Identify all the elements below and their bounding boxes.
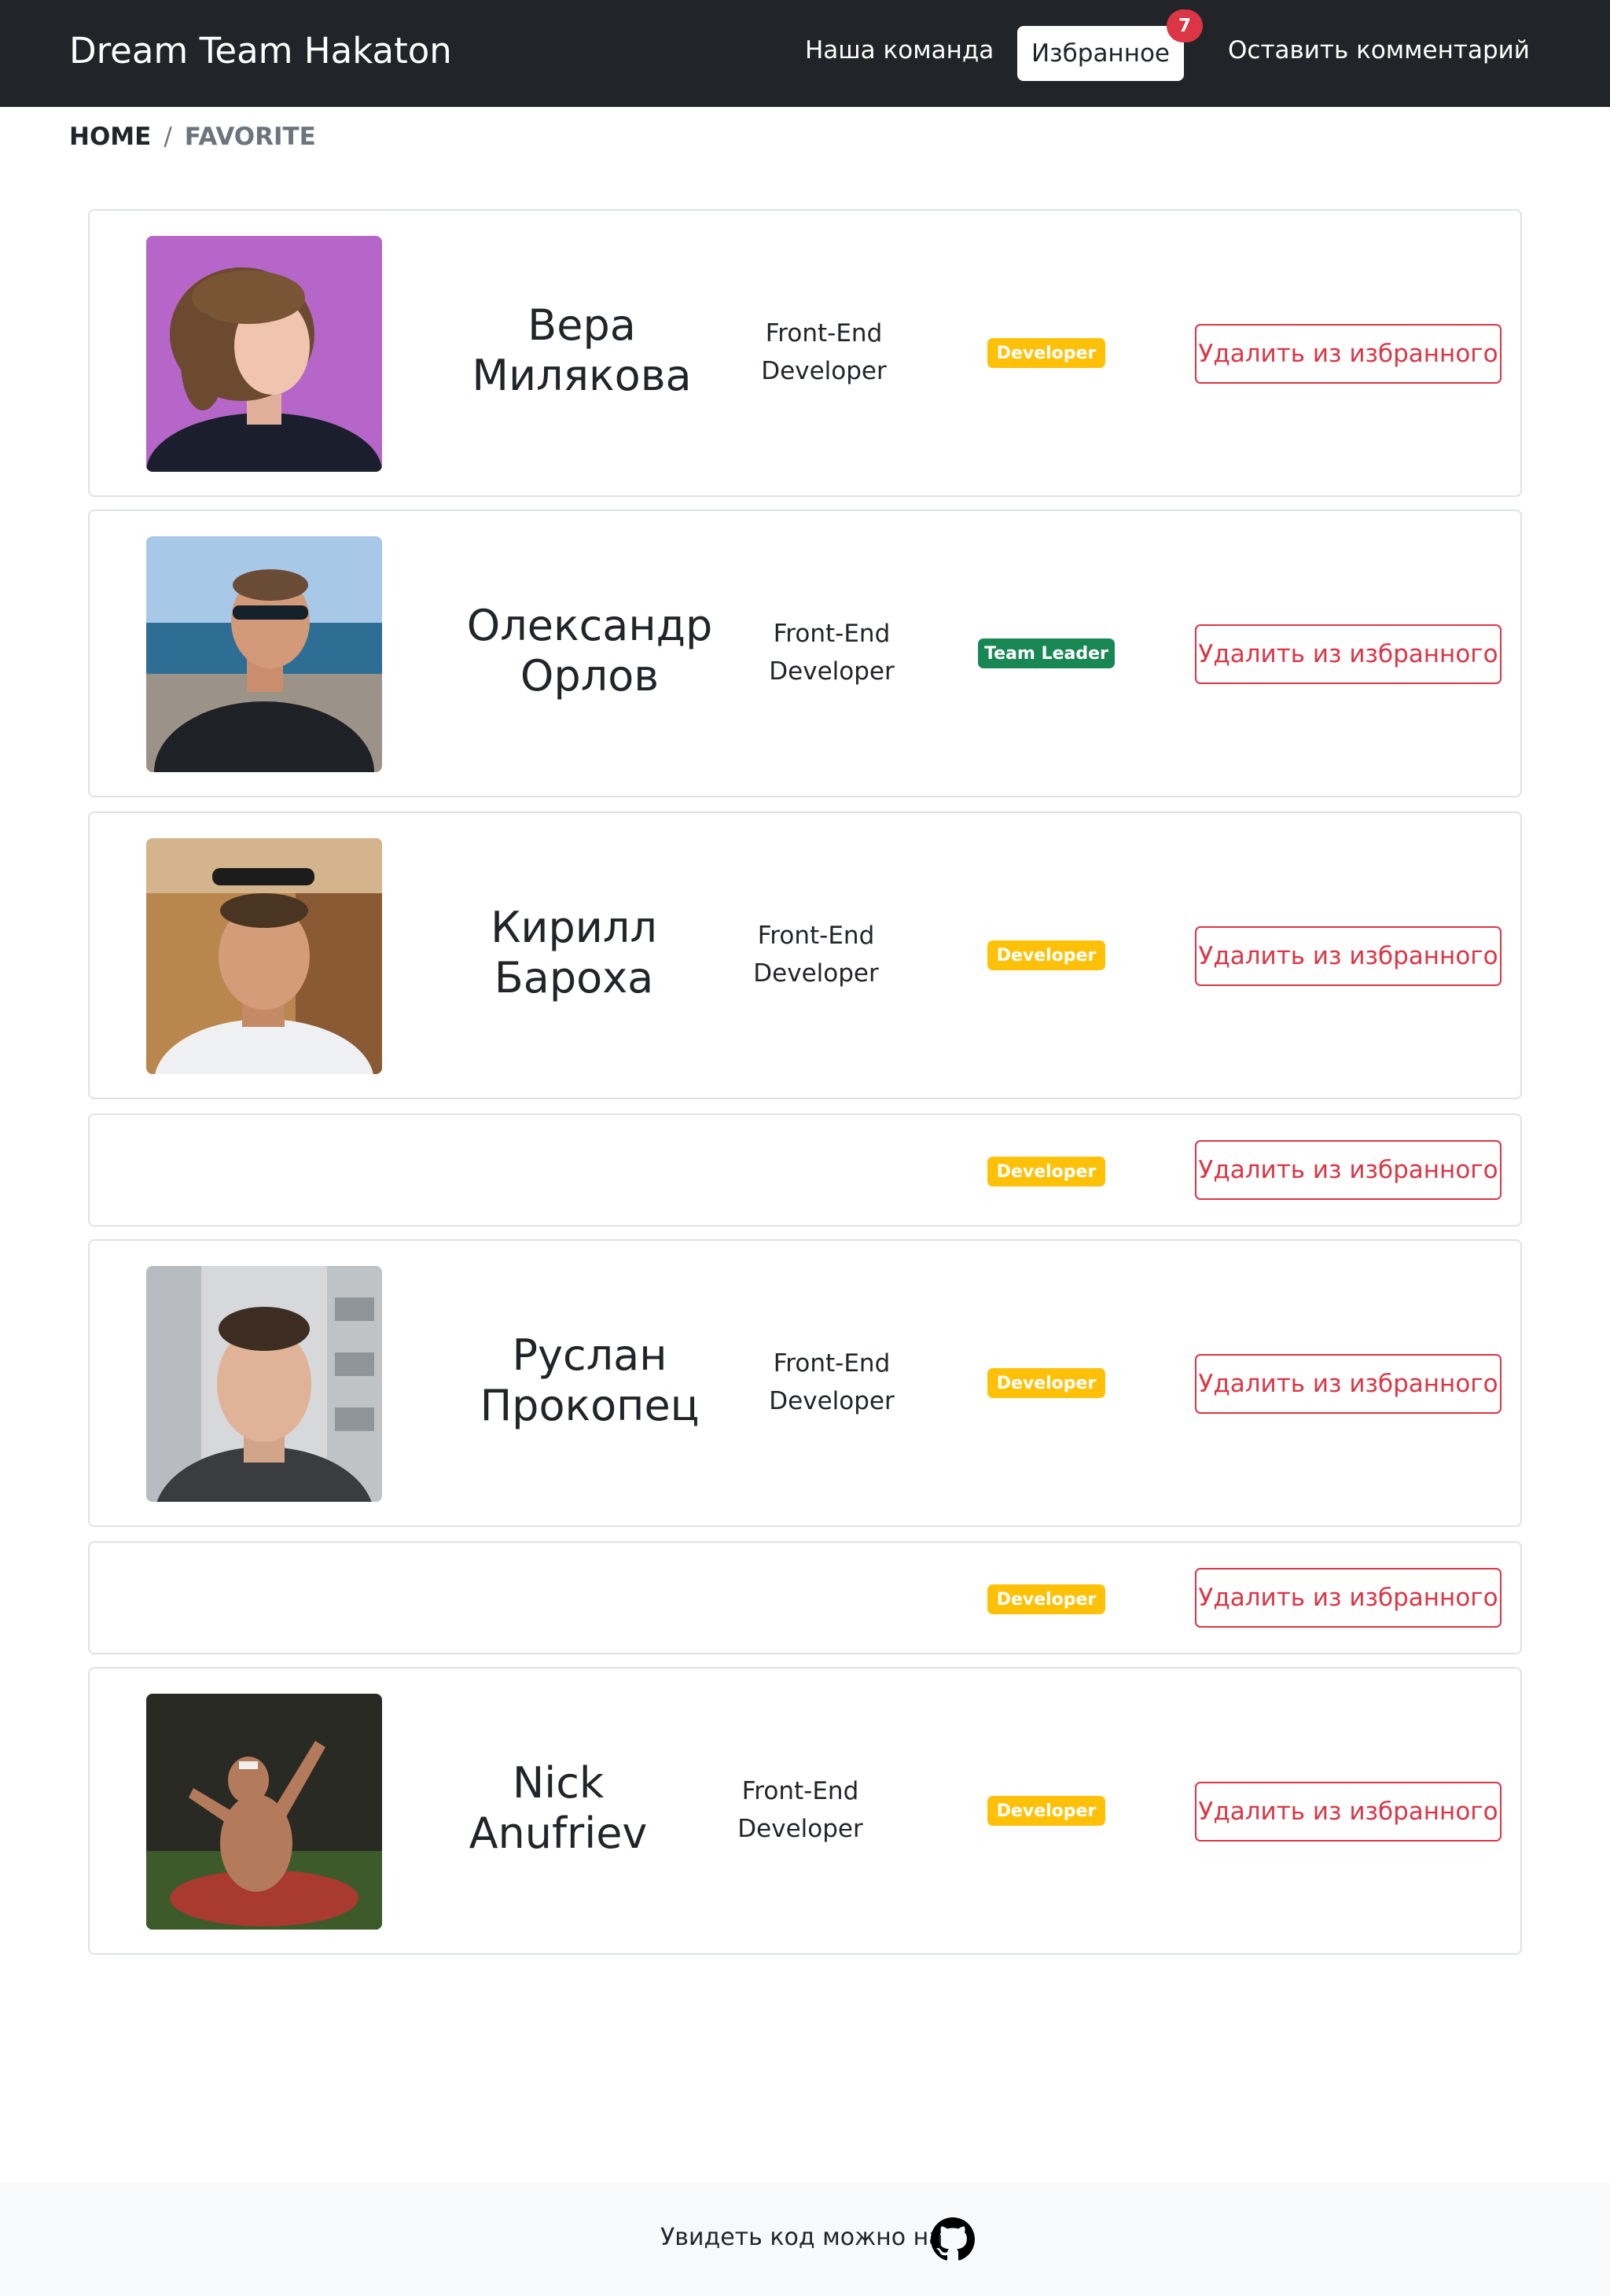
member-role: Front-End Developer <box>761 319 887 385</box>
role-badge: Developer <box>987 1157 1105 1187</box>
remove-from-favorites-button[interactable]: Удалить из избранного <box>1195 926 1502 986</box>
navbar: Dream Team Hakaton Наша команда Избранно… <box>0 0 1610 107</box>
member-role: Front-End Developer <box>737 1777 863 1843</box>
member-name: Nick Anufriev <box>469 1758 648 1858</box>
breadcrumb-current: FAVORITE <box>184 123 316 151</box>
member-card: Олександр Орлов Front-End Developer Team… <box>88 510 1522 797</box>
nav-leave-comment[interactable]: Оставить комментарий <box>1228 36 1530 64</box>
breadcrumb: HOME / FAVORITE <box>69 123 316 151</box>
remove-from-favorites-button[interactable]: Удалить из избранного <box>1195 1354 1502 1414</box>
member-card: Кирилл Бароха Front-End Developer Develo… <box>88 811 1522 1099</box>
remove-from-favorites-button[interactable]: Удалить из избранного <box>1195 324 1502 384</box>
member-card: Developer Удалить из избранного <box>88 1541 1522 1654</box>
role-badge: Team Leader <box>978 638 1115 668</box>
member-card: Вера Милякова Front-End Developer Develo… <box>88 209 1522 497</box>
member-card: Developer Удалить из избранного <box>88 1113 1522 1227</box>
favorites-count-badge: 7 <box>1167 9 1203 42</box>
member-name: Руслан Прокопец <box>480 1330 700 1430</box>
member-role: Front-End Developer <box>753 922 879 988</box>
member-name: Вера Милякова <box>472 300 692 400</box>
member-name: Олександр Орлов <box>466 601 713 701</box>
remove-from-favorites-button[interactable]: Удалить из избранного <box>1195 1782 1502 1842</box>
member-photo <box>146 1266 382 1502</box>
remove-from-favorites-button[interactable]: Удалить из избранного <box>1195 624 1502 684</box>
breadcrumb-home[interactable]: HOME <box>69 123 151 151</box>
member-photo <box>146 838 382 1074</box>
remove-from-favorites-button[interactable]: Удалить из избранного <box>1195 1568 1502 1628</box>
role-badge: Developer <box>987 940 1105 970</box>
brand-logo[interactable]: Dream Team Hakaton <box>69 30 452 72</box>
footer-text: Увидеть код можно на <box>660 2224 943 2251</box>
breadcrumb-separator: / <box>164 123 172 151</box>
member-name: Кирилл Бароха <box>491 903 657 1003</box>
member-card: Nick Anufriev Front-End Developer Develo… <box>88 1667 1522 1955</box>
role-badge: Developer <box>987 1796 1105 1826</box>
member-card: Руслан Прокопец Front-End Developer Deve… <box>88 1239 1522 1527</box>
role-badge: Developer <box>987 338 1105 368</box>
nav-favorites[interactable]: Избранное <box>1017 26 1184 81</box>
footer: Увидеть код можно на <box>0 2183 1610 2296</box>
role-badge: Developer <box>987 1368 1105 1398</box>
member-role: Front-End Developer <box>769 620 895 686</box>
member-photo <box>146 1694 382 1930</box>
member-photo <box>146 236 382 472</box>
member-photo <box>146 536 382 772</box>
nav-our-team[interactable]: Наша команда <box>805 36 994 64</box>
remove-from-favorites-button[interactable]: Удалить из избранного <box>1195 1140 1502 1200</box>
member-role: Front-End Developer <box>769 1349 895 1415</box>
github-icon[interactable] <box>931 2217 975 2261</box>
role-badge: Developer <box>987 1584 1105 1614</box>
